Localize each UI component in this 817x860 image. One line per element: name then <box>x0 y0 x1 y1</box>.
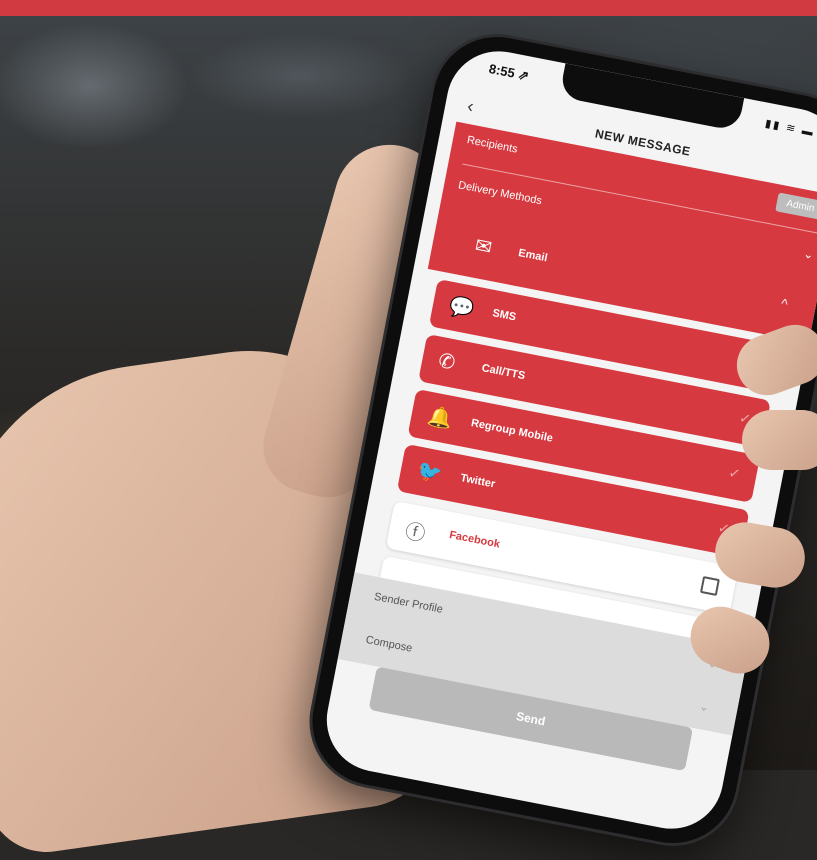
chevron-up-icon[interactable]: ^ <box>780 295 790 312</box>
recipients-row[interactable]: Recipients <box>466 134 519 156</box>
twitter-icon: 🐦 <box>414 459 444 487</box>
method-label: Call/TTS <box>480 362 527 383</box>
compose-label: Compose <box>364 633 414 655</box>
status-icons: ▮▮ ≋ ▬ <box>764 117 816 140</box>
delivery-methods-row[interactable]: Delivery Methods <box>457 179 543 207</box>
status-time: 8:55 ⇗ <box>487 61 531 84</box>
sms-icon: 💬 <box>447 294 476 322</box>
check-icon[interactable]: ✓ <box>727 464 742 483</box>
sender-profile-label: Sender Profile <box>373 590 444 616</box>
method-label: Email <box>517 246 549 265</box>
phone-icon: ✆ <box>436 349 458 375</box>
admin-badge[interactable]: Admin <box>774 192 817 221</box>
top-banner <box>0 0 817 16</box>
method-label: SMS <box>491 307 518 324</box>
method-label: Regroup Mobile <box>470 417 554 445</box>
email-icon: ✉ <box>473 234 494 260</box>
method-label: Facebook <box>448 528 501 551</box>
finger <box>742 410 817 470</box>
chevron-down-icon[interactable]: ⌄ <box>802 246 815 262</box>
method-label: Twitter <box>459 472 497 491</box>
checkbox[interactable] <box>699 576 720 596</box>
chevron-down-icon[interactable]: ⌄ <box>698 699 711 715</box>
bell-icon: 🔔 <box>425 404 455 432</box>
facebook-icon: ⓕ <box>403 520 427 546</box>
